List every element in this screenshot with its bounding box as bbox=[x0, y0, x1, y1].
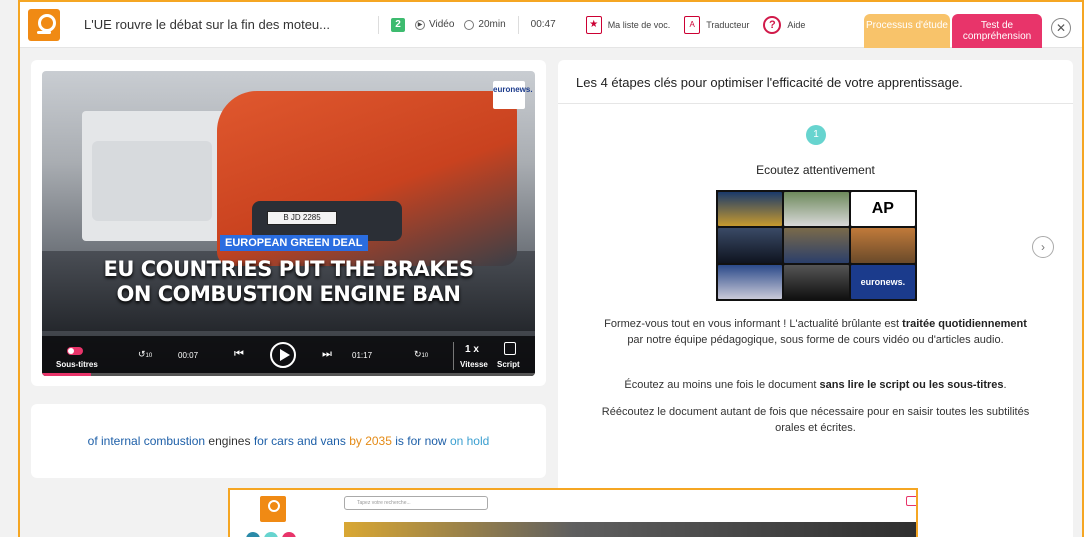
inset-logo bbox=[260, 496, 286, 522]
ap-logo: AP bbox=[850, 192, 915, 227]
forward-seconds: 10 bbox=[421, 353, 429, 359]
collage-tile bbox=[850, 228, 915, 263]
play-icon[interactable] bbox=[270, 342, 296, 368]
paragraph-text: Écoutez au moins une fois le document bbox=[624, 379, 820, 391]
controls-divider bbox=[453, 342, 454, 370]
player-controls: Sous-titres ↺10 00:07 ⏮ ⏭ 01:17 ↻10 1 x … bbox=[42, 336, 535, 376]
current-time: 00:07 bbox=[178, 351, 199, 360]
translate-icon: A bbox=[684, 15, 701, 34]
step-paragraph-3: Réécoutez le document autant de fois que… bbox=[601, 406, 1030, 434]
rewind-seconds: 10 bbox=[145, 353, 153, 359]
star-bookmark-icon: ★ bbox=[585, 15, 602, 34]
question-icon: ? bbox=[763, 15, 782, 34]
lesson-title: L'UE rouvre le débat sur la fin des mote… bbox=[84, 17, 330, 32]
help-button[interactable]: ? Aide bbox=[763, 15, 806, 34]
subtitles-label: Sous-titres bbox=[56, 360, 98, 369]
rewind-icon[interactable]: ↺10 bbox=[138, 349, 152, 360]
frame-border-left bbox=[18, 46, 20, 537]
subtitle-word[interactable]: is for now bbox=[395, 434, 446, 448]
inset-screenshot: Tapez votre recherche... bbox=[228, 488, 918, 537]
close-icon[interactable]: ✕ bbox=[1051, 18, 1071, 38]
step-title: Ecoutez attentivement bbox=[756, 163, 875, 177]
media-collage: AP euronews. bbox=[716, 190, 917, 301]
media-type: ▶ Vidéo bbox=[415, 19, 454, 30]
subtitle-word[interactable]: for cars and vans bbox=[254, 434, 346, 448]
translator-button[interactable]: A Traducteur bbox=[684, 15, 750, 34]
inset-image bbox=[344, 522, 916, 537]
vocab-list-label: Ma liste de voc. bbox=[607, 19, 671, 30]
step-paragraph-2: Écoutez au moins une fois le document sa… bbox=[598, 377, 1033, 393]
subtitle-word[interactable]: on hold bbox=[450, 434, 489, 448]
flag-icon bbox=[906, 496, 916, 506]
subtitles-toggle[interactable] bbox=[67, 347, 83, 355]
duration-label: 20min bbox=[478, 19, 506, 30]
script-label[interactable]: Script bbox=[497, 360, 520, 369]
panel-title: Les 4 étapes clés pour optimiser l'effic… bbox=[576, 75, 963, 90]
video-card: B JD 2285 euronews. EUROPEAN GREEN DEAL … bbox=[31, 60, 546, 386]
lesson-time: 00:47 bbox=[530, 19, 556, 30]
total-time: 01:17 bbox=[352, 351, 373, 360]
paragraph-bold: sans lire le script ou les sous-titres bbox=[819, 379, 1004, 391]
duration: 20min bbox=[464, 19, 506, 30]
collage-tile bbox=[784, 264, 849, 299]
video-player[interactable]: B JD 2285 euronews. EUROPEAN GREEN DEAL … bbox=[42, 71, 535, 376]
speed-label[interactable]: Vitesse bbox=[460, 360, 488, 369]
headline-line-2: ON COMBUSTION ENGINE BAN bbox=[116, 282, 462, 306]
previous-icon[interactable]: ⏮ bbox=[234, 348, 244, 361]
divider bbox=[378, 15, 379, 34]
subtitle-word[interactable]: by 2035 bbox=[349, 434, 392, 448]
channel-logo: euronews. bbox=[493, 81, 533, 109]
euronews-tile: euronews. bbox=[850, 264, 915, 299]
paragraph-text: par notre équipe pédagogique, sous forme… bbox=[627, 334, 1004, 346]
divider bbox=[517, 15, 519, 34]
script-icon[interactable] bbox=[504, 342, 516, 355]
play-circle-icon: ▶ bbox=[415, 19, 425, 30]
dot-icon bbox=[264, 532, 278, 537]
media-type-label: Vidéo bbox=[429, 19, 455, 30]
paragraph-text: . bbox=[1003, 379, 1007, 391]
step-number: 1 bbox=[806, 125, 826, 145]
progress-fill bbox=[42, 373, 92, 376]
next-icon[interactable]: ⏭ bbox=[322, 348, 332, 361]
license-plate: B JD 2285 bbox=[267, 211, 337, 225]
collage-tile bbox=[718, 264, 783, 299]
progress-bar[interactable] bbox=[42, 373, 535, 376]
tab-study-process[interactable]: Processus d'étude bbox=[864, 14, 950, 48]
clock-icon bbox=[464, 19, 475, 30]
collage-tile bbox=[718, 228, 783, 263]
top-header: L'UE rouvre le débat sur la fin des mote… bbox=[18, 0, 1084, 48]
dot-icon bbox=[246, 532, 260, 537]
subtitle-word[interactable]: engines bbox=[208, 434, 250, 448]
paragraph-text: Formez-vous tout en vous informant ! L'a… bbox=[604, 318, 903, 330]
app-logo[interactable] bbox=[28, 8, 60, 41]
subtitle-word[interactable]: combustion bbox=[144, 434, 205, 448]
translator-label: Traducteur bbox=[706, 19, 750, 30]
step-paragraph-1: Formez-vous tout en vous informant ! L'a… bbox=[598, 316, 1033, 348]
help-label: Aide bbox=[787, 19, 806, 30]
forward-icon[interactable]: ↻10 bbox=[414, 349, 428, 360]
collage-tile bbox=[718, 192, 783, 227]
tab-comprehension-test[interactable]: Test de compréhension bbox=[952, 14, 1042, 48]
collage-tile bbox=[784, 228, 849, 263]
study-steps-panel: Les 4 étapes clés pour optimiser l'effic… bbox=[558, 60, 1073, 537]
speed-value[interactable]: 1 x bbox=[465, 344, 479, 355]
vocab-list-button[interactable]: ★ Ma liste de voc. bbox=[585, 15, 671, 34]
subtitle-card: of internal combustion engines for cars … bbox=[31, 404, 546, 478]
collage-tile bbox=[784, 192, 849, 227]
subtitle-word[interactable]: of internal bbox=[88, 434, 141, 448]
chevron-right-icon[interactable]: › bbox=[1032, 236, 1054, 258]
dot-icon bbox=[282, 532, 296, 537]
truck-cab-image bbox=[92, 141, 212, 221]
video-headline: EU COUNTRIES PUT THE BRAKES ON COMBUSTIO… bbox=[72, 257, 505, 307]
inset-search-input: Tapez votre recherche... bbox=[344, 496, 488, 510]
paragraph-bold: traitée quotidiennement bbox=[902, 318, 1027, 330]
subtitle-line: of internal combustion engines for cars … bbox=[31, 434, 546, 448]
video-tag: EUROPEAN GREEN DEAL bbox=[220, 235, 368, 251]
level-badge: 2 bbox=[391, 17, 405, 32]
headline-line-1: EU COUNTRIES PUT THE BRAKES bbox=[103, 257, 475, 281]
divider bbox=[558, 103, 1073, 104]
